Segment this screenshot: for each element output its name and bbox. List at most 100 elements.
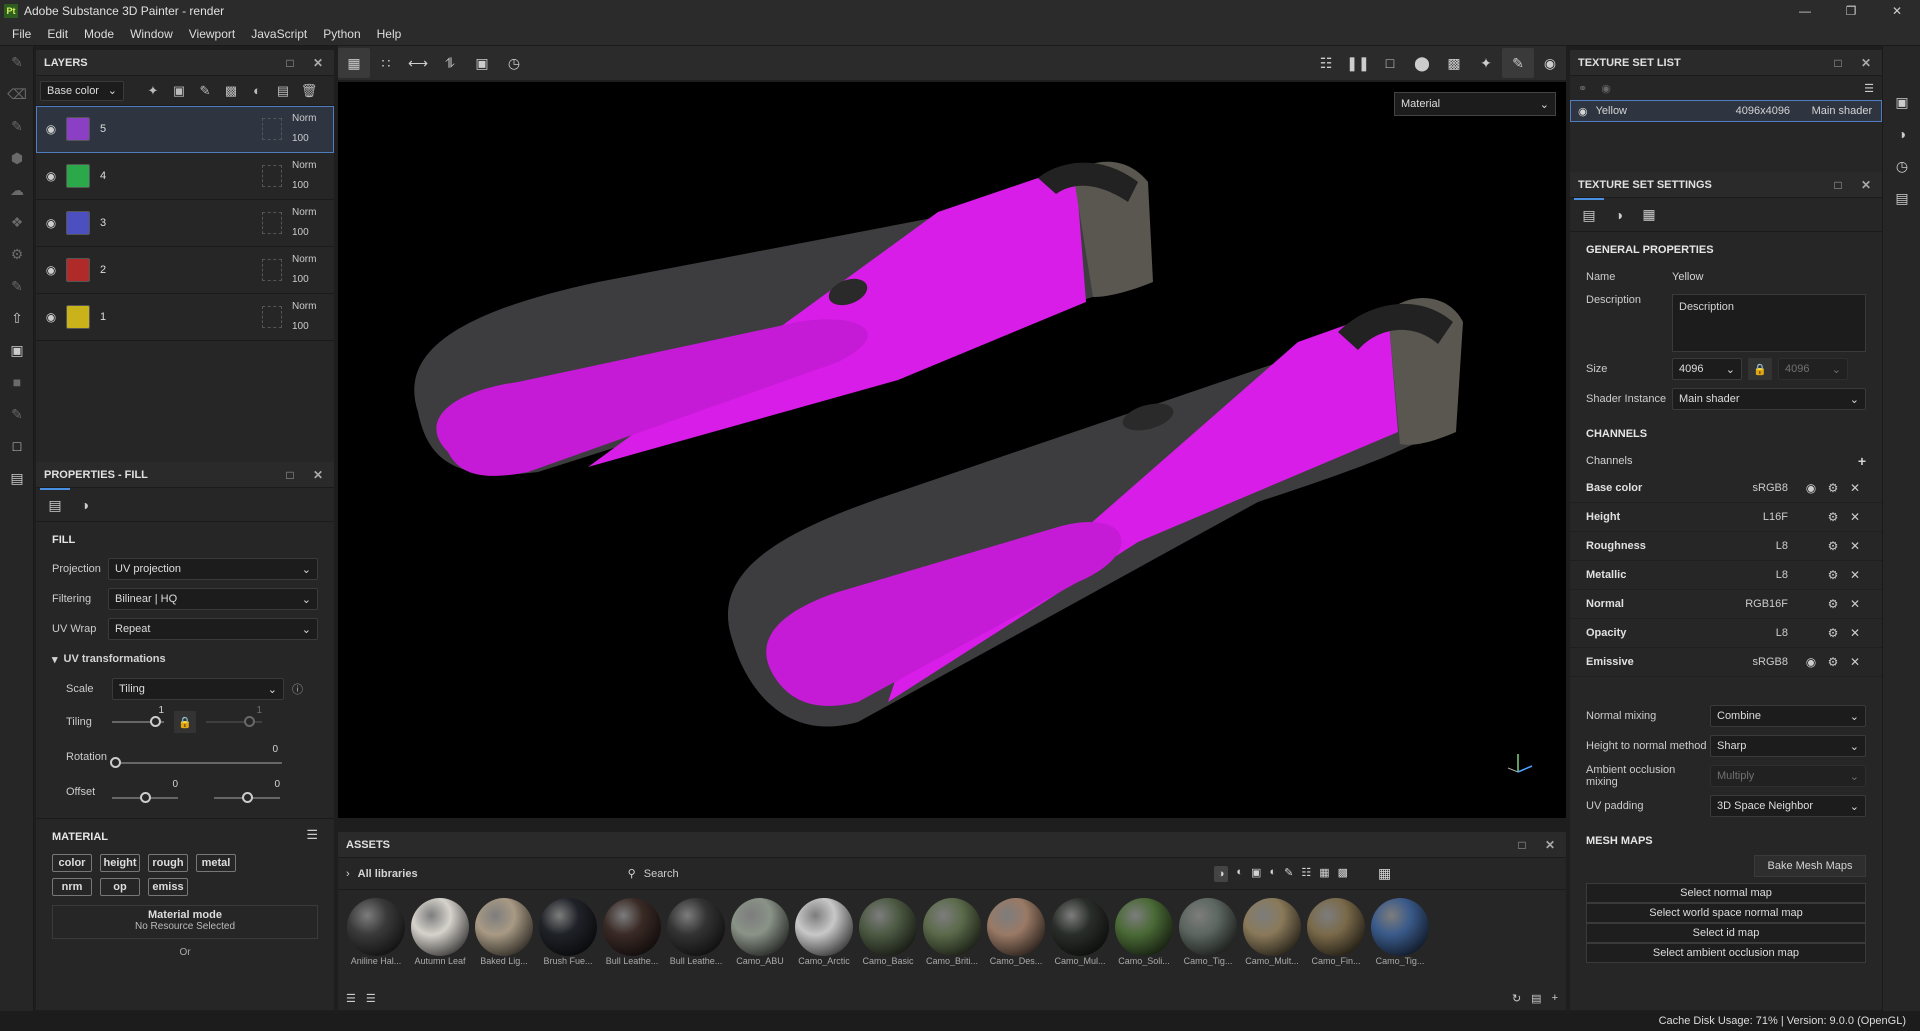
asset-thumbnail[interactable]: Autumn Leaf bbox=[408, 898, 472, 966]
channel-format[interactable]: sRGB8 bbox=[1718, 482, 1788, 494]
color-profile-icon[interactable]: ◉ bbox=[1800, 655, 1822, 669]
close-window-button[interactable]: ✕ bbox=[1874, 0, 1920, 22]
paint-mode-icon[interactable]: ✎ bbox=[1502, 48, 1534, 78]
view-3d-icon[interactable]: ⬤ bbox=[1406, 48, 1438, 78]
projection-icon[interactable]: ✎ bbox=[0, 110, 34, 142]
channel-format[interactable]: L16F bbox=[1718, 511, 1788, 523]
gear-icon[interactable]: ⚙ bbox=[1822, 597, 1844, 611]
light-icon[interactable]: ✦ bbox=[1470, 48, 1502, 78]
asset-thumbnail[interactable]: Aniline Hal... bbox=[344, 898, 408, 966]
shader-instance-select[interactable]: Main shader ⌄ bbox=[1672, 388, 1866, 410]
channel-row[interactable]: Metallic L8 ⚙ ✕ bbox=[1570, 561, 1882, 590]
tab-shader[interactable]: ◑ bbox=[1604, 198, 1634, 232]
frame-icon[interactable]: ▣ bbox=[466, 48, 498, 78]
menu-file[interactable]: File bbox=[4, 27, 39, 41]
add-paint-layer-icon[interactable]: ✎ bbox=[194, 80, 216, 102]
layer-row[interactable]: ◉ 1 Norm 100 bbox=[36, 294, 334, 341]
blend-mode[interactable]: Norm bbox=[292, 297, 334, 317]
gear-icon[interactable]: ⚙ bbox=[1822, 510, 1844, 524]
tiling-slider[interactable] bbox=[112, 716, 164, 727]
menu-viewport[interactable]: Viewport bbox=[181, 27, 243, 41]
asset-thumbnail[interactable]: Camo_Soli... bbox=[1112, 898, 1176, 966]
layer-mask-slot[interactable] bbox=[262, 118, 282, 140]
select-ao-map-button[interactable]: Select ambient occlusion map bbox=[1586, 943, 1866, 963]
uv-padding-select[interactable]: 3D Space Neighbor ⌄ bbox=[1710, 795, 1866, 817]
refresh-icon[interactable]: ↻ bbox=[1512, 992, 1521, 1005]
float-panel-icon[interactable]: □ bbox=[282, 56, 298, 70]
eye-icon[interactable]: ◉ bbox=[1578, 105, 1588, 118]
gear-icon[interactable]: ⚙ bbox=[1822, 655, 1844, 669]
blend-mode[interactable]: Norm bbox=[292, 109, 334, 129]
assets-search-input[interactable]: Search bbox=[644, 868, 1214, 880]
gear-icon[interactable]: ⚙ bbox=[1822, 481, 1844, 495]
close-icon[interactable]: ✕ bbox=[1858, 178, 1874, 192]
menu-help[interactable]: Help bbox=[369, 27, 410, 41]
tab-material[interactable]: ◑ bbox=[70, 488, 100, 522]
remove-icon[interactable]: ✕ bbox=[1844, 481, 1866, 495]
float-panel-icon[interactable]: □ bbox=[1830, 56, 1846, 70]
export-icon[interactable]: □ bbox=[0, 430, 34, 462]
scale-select[interactable]: Tiling ⌄ bbox=[112, 678, 284, 700]
color-profile-icon[interactable]: ◉ bbox=[1800, 481, 1822, 495]
close-icon[interactable]: ✕ bbox=[1542, 838, 1558, 852]
filter-brushes-icon[interactable]: ✎ bbox=[1284, 866, 1293, 882]
material-channel-toggle[interactable]: metal bbox=[196, 854, 236, 872]
lock-icon[interactable]: 🔒 bbox=[174, 711, 196, 733]
channel-row[interactable]: Normal RGB16F ⚙ ✕ bbox=[1570, 590, 1882, 619]
material-channel-toggle[interactable]: op bbox=[100, 878, 140, 896]
asset-thumbnail[interactable]: Brush Fue... bbox=[536, 898, 600, 966]
channel-format[interactable]: L8 bbox=[1718, 627, 1788, 639]
channel-select[interactable]: Base color ⌄ bbox=[40, 80, 124, 101]
menu-mode[interactable]: Mode bbox=[76, 27, 122, 41]
chevron-right-icon[interactable]: › bbox=[346, 868, 350, 880]
geometry-mask-icon[interactable]: ⬢ bbox=[0, 142, 34, 174]
opacity-value[interactable]: 100 bbox=[292, 129, 334, 149]
remove-icon[interactable]: ✕ bbox=[1844, 539, 1866, 553]
remove-icon[interactable]: ✕ bbox=[1844, 597, 1866, 611]
blend-mode[interactable]: Norm bbox=[292, 250, 334, 270]
asset-thumbnail[interactable]: Camo_Mul... bbox=[1048, 898, 1112, 966]
menu-edit[interactable]: Edit bbox=[39, 27, 76, 41]
bake-icon[interactable]: ⇧ bbox=[0, 302, 34, 334]
add-smart-material-icon[interactable]: ◐ bbox=[246, 80, 268, 102]
layer-name[interactable]: 5 bbox=[100, 123, 262, 135]
layer-row[interactable]: ◉ 2 Norm 100 bbox=[36, 247, 334, 294]
sort-icon[interactable]: ☰ bbox=[366, 992, 376, 1005]
channel-row[interactable]: Base color sRGB8 ◉ ⚙ ✕ bbox=[1570, 474, 1882, 503]
opacity-value[interactable]: 100 bbox=[292, 270, 334, 290]
close-icon[interactable]: ✕ bbox=[310, 468, 326, 482]
view-2d-icon[interactable]: □ bbox=[1374, 48, 1406, 78]
minimize-button[interactable]: — bbox=[1782, 0, 1828, 22]
filter-grid-icon[interactable]: ▦ bbox=[1319, 866, 1329, 882]
asset-thumbnail[interactable]: Camo_Mult... bbox=[1240, 898, 1304, 966]
offset-u-slider[interactable] bbox=[112, 792, 178, 803]
normal-mixing-select[interactable]: Combine ⌄ bbox=[1710, 705, 1866, 727]
asset-thumbnail[interactable]: Camo_Basic bbox=[856, 898, 920, 966]
filter-smart-materials-icon[interactable]: ◐ bbox=[1236, 866, 1243, 882]
camera-icon[interactable]: ▩ bbox=[1438, 48, 1470, 78]
filter-masks-icon[interactable]: ▣ bbox=[1251, 866, 1261, 882]
layer-name[interactable]: 3 bbox=[100, 217, 262, 229]
paint-brush-icon[interactable]: ✎ bbox=[0, 46, 34, 78]
gear-icon[interactable]: ⚙ bbox=[1822, 568, 1844, 582]
lock-icon[interactable]: 🔒 bbox=[1748, 358, 1772, 380]
float-panel-icon[interactable]: □ bbox=[282, 468, 298, 482]
library-icon[interactable]: ▤ bbox=[0, 462, 34, 494]
display-settings-icon[interactable]: ▣ bbox=[0, 334, 34, 366]
asset-thumbnail[interactable]: Camo_Tig... bbox=[1368, 898, 1432, 966]
select-world-space-normal-button[interactable]: Select world space normal map bbox=[1586, 903, 1866, 923]
filter-procedurals-icon[interactable]: ☷ bbox=[1301, 866, 1311, 882]
remove-icon[interactable]: ✕ bbox=[1844, 568, 1866, 582]
material-picker-icon[interactable]: ✎ bbox=[0, 270, 34, 302]
eye-icon[interactable]: ◉ bbox=[40, 169, 62, 183]
opacity-value[interactable]: 100 bbox=[292, 223, 334, 243]
channel-format[interactable]: RGB16F bbox=[1718, 598, 1788, 610]
texture-set-row[interactable]: ◉ Yellow 4096x4096 Main shader bbox=[1570, 100, 1882, 122]
log-icon[interactable]: ▤ bbox=[1883, 182, 1920, 214]
asset-thumbnail[interactable]: Camo_Fin... bbox=[1304, 898, 1368, 966]
select-normal-map-button[interactable]: Select normal map bbox=[1586, 883, 1866, 903]
eye-icon[interactable]: ◉ bbox=[40, 122, 62, 136]
select-id-map-button[interactable]: Select id map bbox=[1586, 923, 1866, 943]
remove-icon[interactable]: ✕ bbox=[1844, 510, 1866, 524]
tab-fill-properties[interactable]: ▤ bbox=[40, 487, 70, 522]
